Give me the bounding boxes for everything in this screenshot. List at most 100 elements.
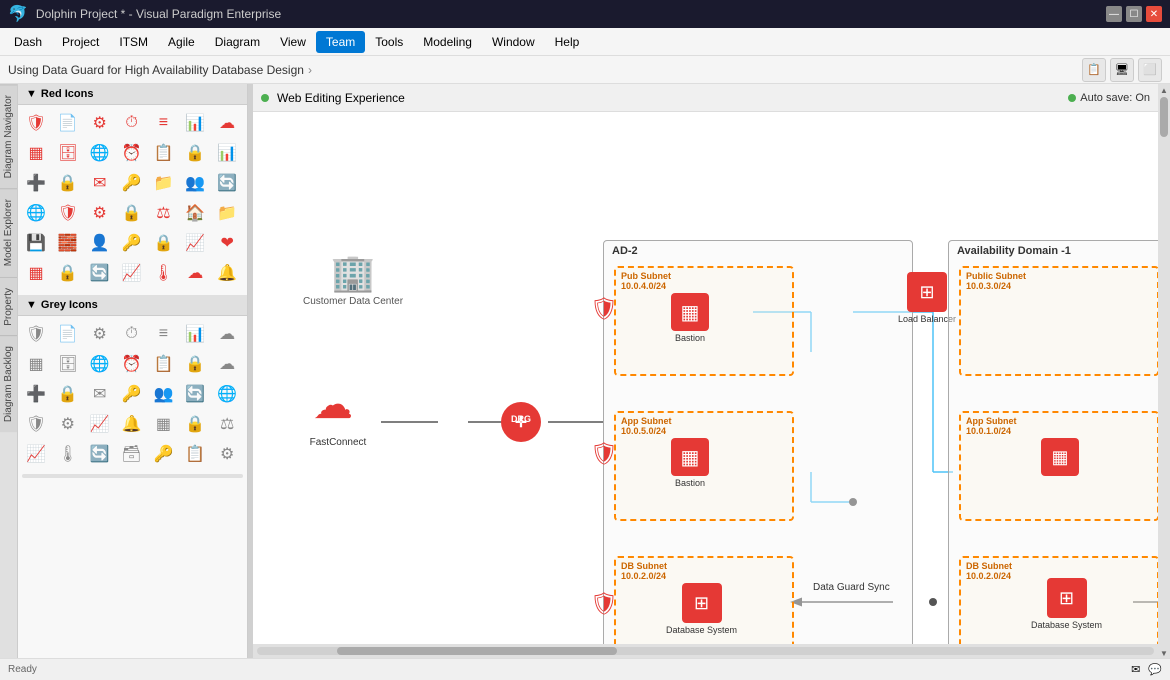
grey-icon-19[interactable]: 👥	[149, 380, 177, 408]
red-icon-21[interactable]: 🔄	[213, 169, 241, 197]
red-icon-38[interactable]: 🔄	[86, 259, 114, 287]
scroll-down-btn[interactable]: ▼	[1160, 649, 1168, 658]
red-icon-41[interactable]: ☁	[181, 259, 209, 287]
red-icon-30[interactable]: 🧱	[54, 229, 82, 257]
side-tab-diagram-backlog[interactable]: Diagram Backlog	[0, 335, 17, 432]
red-icon-33[interactable]: 🔒	[149, 229, 177, 257]
menu-dash[interactable]: Dash	[4, 31, 52, 53]
red-icon-39[interactable]: 📈	[118, 259, 146, 287]
menu-help[interactable]: Help	[545, 31, 590, 53]
red-icon-42[interactable]: 🔔	[213, 259, 241, 287]
red-icon-34[interactable]: 📈	[181, 229, 209, 257]
side-tab-property[interactable]: Property	[0, 277, 17, 336]
red-icon-7[interactable]: ☁	[213, 109, 241, 137]
grey-icon-30[interactable]: 🌡	[54, 440, 82, 468]
grey-icon-29[interactable]: 📈	[22, 440, 50, 468]
red-icon-37[interactable]: 🔒	[54, 259, 82, 287]
grey-icon-33[interactable]: 🔑	[149, 440, 177, 468]
status-icon-mail[interactable]: ✉	[1131, 663, 1140, 676]
v-scroll-thumb[interactable]	[1160, 97, 1168, 137]
side-tab-model-explorer[interactable]: Model Explorer	[0, 188, 17, 276]
grey-icon-20[interactable]: 🔄	[181, 380, 209, 408]
grey-icon-23[interactable]: ⚙	[54, 410, 82, 438]
grey-icon-32[interactable]: 🗃	[118, 440, 146, 468]
menu-tools[interactable]: Tools	[365, 31, 413, 53]
menu-project[interactable]: Project	[52, 31, 109, 53]
grey-icon-25[interactable]: 🔔	[118, 410, 146, 438]
grey-icon-24[interactable]: 📈	[86, 410, 114, 438]
red-icon-12[interactable]: 📋	[149, 139, 177, 167]
red-icon-1[interactable]: 🛡	[22, 109, 50, 137]
grey-icon-13[interactable]: 🔒	[181, 350, 209, 378]
grey-icons-header[interactable]: ▼ Grey Icons	[18, 295, 247, 316]
grey-icon-8[interactable]: ▦	[22, 350, 50, 378]
toolbar-btn-2[interactable]: 🖥	[1110, 58, 1134, 82]
red-icons-header[interactable]: ▼ Red Icons	[18, 84, 247, 105]
grey-icon-28[interactable]: ⚖	[213, 410, 241, 438]
grey-icon-26[interactable]: ▦	[149, 410, 177, 438]
red-icon-10[interactable]: 🌐	[86, 139, 114, 167]
grey-icon-22[interactable]: 🛡	[22, 410, 50, 438]
red-icon-23[interactable]: 🛡	[54, 199, 82, 227]
grey-icon-16[interactable]: 🔒	[54, 380, 82, 408]
grey-icon-34[interactable]: 📋	[181, 440, 209, 468]
grey-icon-7[interactable]: ☁	[213, 320, 241, 348]
scroll-up-btn[interactable]: ▲	[1160, 86, 1168, 95]
grey-icon-2[interactable]: 📄	[54, 320, 82, 348]
grey-icon-21[interactable]: 🌐	[213, 380, 241, 408]
grey-icon-12[interactable]: 📋	[149, 350, 177, 378]
red-icon-26[interactable]: ⚖	[149, 199, 177, 227]
canvas-horizontal-scrollbar[interactable]	[253, 644, 1158, 658]
grey-icon-6[interactable]: 📊	[181, 320, 209, 348]
red-icon-20[interactable]: 👥	[181, 169, 209, 197]
grey-icon-31[interactable]: 🔄	[86, 440, 114, 468]
grey-icon-4[interactable]: ⏱	[118, 320, 146, 348]
menu-view[interactable]: View	[270, 31, 316, 53]
menu-diagram[interactable]: Diagram	[205, 31, 270, 53]
red-icon-29[interactable]: 💾	[22, 229, 50, 257]
menu-window[interactable]: Window	[482, 31, 545, 53]
red-icon-35[interactable]: ❤	[213, 229, 241, 257]
grey-icon-1[interactable]: 🛡	[22, 320, 50, 348]
red-icon-16[interactable]: 🔒	[54, 169, 82, 197]
red-icon-17[interactable]: ✉	[86, 169, 114, 197]
red-icon-3[interactable]: ⚙	[86, 109, 114, 137]
red-icon-40[interactable]: 🌡	[149, 259, 177, 287]
red-icon-9[interactable]: 🗄	[54, 139, 82, 167]
minimize-button[interactable]: —	[1106, 6, 1122, 22]
toolbar-btn-3[interactable]: ⬜	[1138, 58, 1162, 82]
red-icon-25[interactable]: 🔒	[118, 199, 146, 227]
status-icon-chat[interactable]: 💬	[1148, 663, 1162, 676]
grey-icon-3[interactable]: ⚙	[86, 320, 114, 348]
red-icon-24[interactable]: ⚙	[86, 199, 114, 227]
red-icon-18[interactable]: 🔑	[118, 169, 146, 197]
grey-icon-35[interactable]: ⚙	[213, 440, 241, 468]
red-icon-28[interactable]: 📁	[213, 199, 241, 227]
grey-icon-18[interactable]: 🔑	[118, 380, 146, 408]
red-icon-31[interactable]: 👤	[86, 229, 114, 257]
red-icon-8[interactable]: ▦	[22, 139, 50, 167]
red-icon-13[interactable]: 🔒	[181, 139, 209, 167]
menu-itsm[interactable]: ITSM	[109, 31, 158, 53]
red-icon-32[interactable]: 🔑	[118, 229, 146, 257]
red-icon-4[interactable]: ⏱	[118, 109, 146, 137]
h-scroll-track[interactable]	[257, 647, 1154, 655]
menu-modeling[interactable]: Modeling	[413, 31, 482, 53]
toolbar-btn-1[interactable]: 📋	[1082, 58, 1106, 82]
grey-icon-11[interactable]: ⏰	[118, 350, 146, 378]
vertical-scrollbar[interactable]: ▲ ▼	[1158, 84, 1170, 658]
red-icon-36[interactable]: ▦	[22, 259, 50, 287]
red-icon-2[interactable]: 📄	[54, 109, 82, 137]
red-icon-15[interactable]: ➕	[22, 169, 50, 197]
grey-icon-10[interactable]: 🌐	[86, 350, 114, 378]
grey-icon-5[interactable]: ≡	[149, 320, 177, 348]
grey-icon-15[interactable]: ➕	[22, 380, 50, 408]
red-icon-5[interactable]: ≡	[149, 109, 177, 137]
close-button[interactable]: ✕	[1146, 6, 1162, 22]
menu-team[interactable]: Team	[316, 31, 365, 53]
menu-agile[interactable]: Agile	[158, 31, 205, 53]
h-scroll-thumb[interactable]	[337, 647, 617, 655]
red-icon-22[interactable]: 🌐	[22, 199, 50, 227]
grey-icon-27[interactable]: 🔒	[181, 410, 209, 438]
red-icon-11[interactable]: ⏰	[118, 139, 146, 167]
